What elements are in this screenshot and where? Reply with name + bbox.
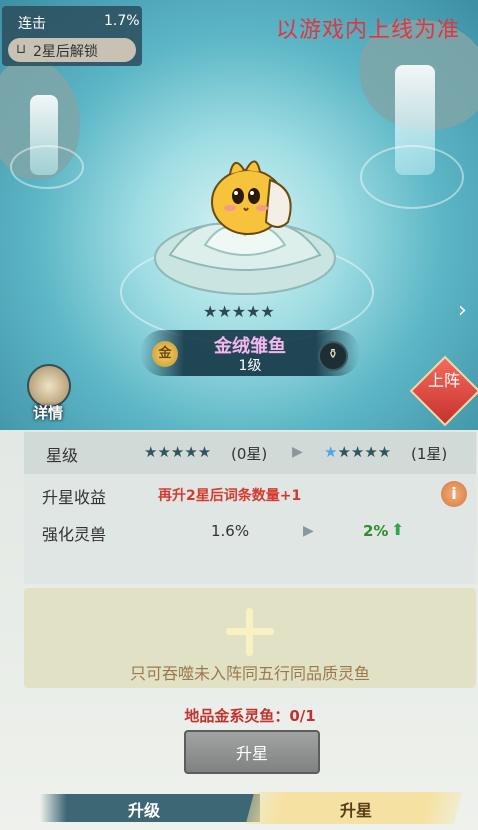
watermark-text: 以游戏内上线为准 xyxy=(276,18,461,43)
next-star-count: (1星) xyxy=(411,445,448,463)
star-icon: ★★★★ xyxy=(337,443,392,461)
tab-upgrade-label: 升级 xyxy=(127,801,160,820)
enhance-next: 2% xyxy=(363,522,389,540)
upstar-gain-label: 升星收益 xyxy=(42,488,107,507)
arrow-icon: ▶ xyxy=(303,523,314,539)
plus-icon xyxy=(246,608,253,656)
combo-value: 1.7% xyxy=(104,13,140,29)
next-arrow-icon[interactable]: › xyxy=(458,298,467,323)
info-icon[interactable]: i xyxy=(441,481,467,507)
enhance-label: 强化灵兽 xyxy=(42,525,107,544)
metal-element-icon: 金 xyxy=(152,341,178,367)
bag-icon[interactable]: ⚱ xyxy=(318,341,348,371)
combo-label: 连击 xyxy=(18,16,46,32)
ripple xyxy=(360,145,464,209)
arrow-icon: ▶ xyxy=(292,444,303,460)
unlock-text: 2星后解锁 xyxy=(33,44,98,60)
upstar-gain-text: 再升2星后词条数量+1 xyxy=(158,488,302,504)
fish-creature xyxy=(211,160,292,235)
star-level-label: 星级 xyxy=(46,446,79,465)
next-stars-icon: ★ ★★★★ xyxy=(324,443,391,461)
upstar-button-label: 升星 xyxy=(235,744,268,763)
feed-hint: 只可吞噬未入阵同五行同品质灵鱼 xyxy=(129,664,370,683)
lock-icon: ⊔ xyxy=(16,42,27,57)
fish-level: 1级 xyxy=(238,358,262,374)
enhance-current: 1.6% xyxy=(211,522,250,540)
current-star-count: (0星) xyxy=(231,445,268,463)
details-button[interactable]: 详情 xyxy=(22,364,74,424)
requirement-count: 地品金系灵鱼：0/1 xyxy=(184,707,316,725)
star-icon: ★★★★★ xyxy=(203,302,275,321)
up-arrow-icon: ⬆ xyxy=(391,520,405,539)
ripple xyxy=(10,145,84,189)
tab-upstar-label: 升星 xyxy=(339,801,372,820)
star-icon: ★ xyxy=(324,443,338,461)
details-label: 详情 xyxy=(32,404,63,422)
fish-star-rating: ★★★★★ xyxy=(203,304,275,320)
deploy-label: 上阵 xyxy=(427,371,460,390)
current-stars-icon: ★★★★★ xyxy=(144,443,212,461)
